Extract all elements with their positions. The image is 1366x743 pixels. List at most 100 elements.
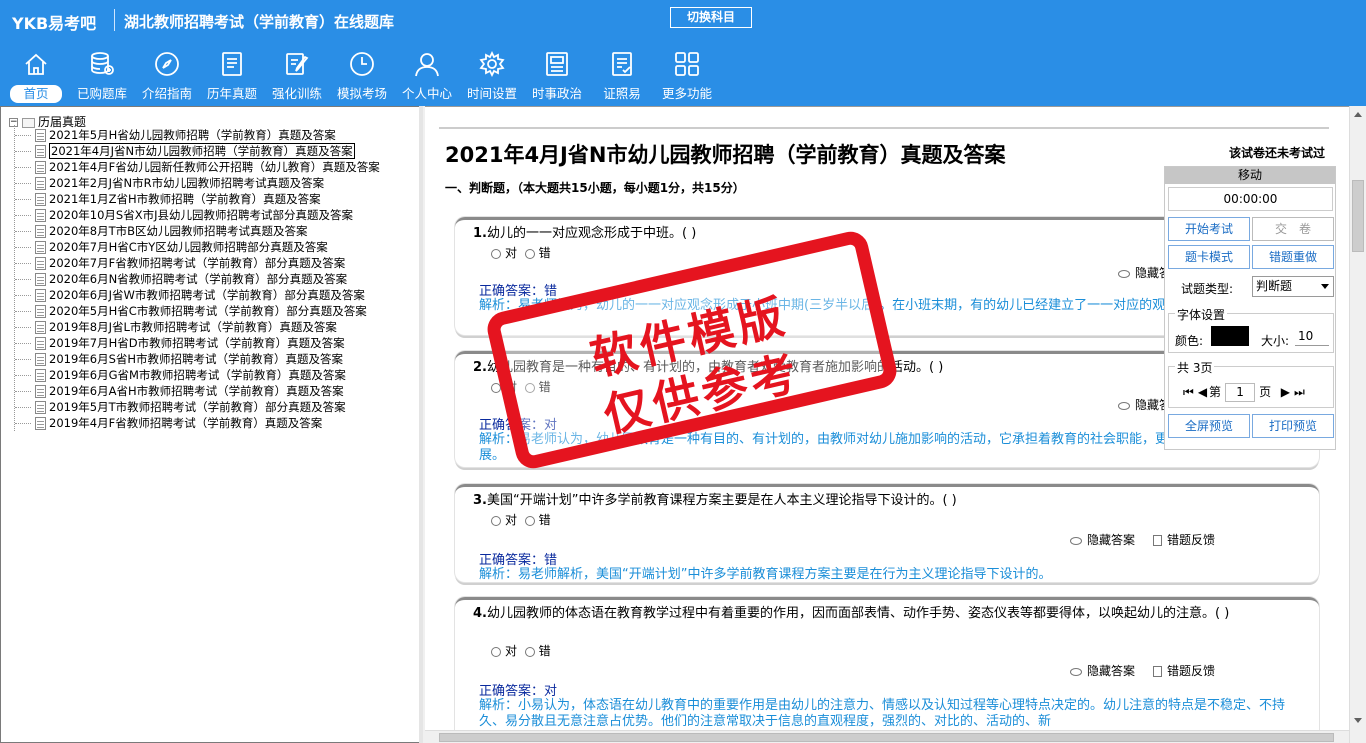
- tree-item[interactable]: 2019年7月H省D市教师招聘考试（学前教育）真题及答案: [15, 335, 345, 351]
- font-color-label: 颜色:: [1175, 334, 1204, 348]
- scroll-thumb[interactable]: [439, 733, 1334, 742]
- tree-item[interactable]: 2020年5月H省C市教师招聘考试（学前教育）部分真题及答案: [15, 303, 367, 319]
- document-icon: [35, 161, 46, 174]
- tree-item[interactable]: 2020年10月S省X市J县幼儿园教师招聘考试部分真题及答案: [15, 207, 353, 223]
- tree-connector: [15, 263, 31, 264]
- horizontal-scrollbar[interactable]: [425, 730, 1349, 743]
- next-page-icon[interactable]: ▶: [1281, 385, 1290, 399]
- switch-subject-button[interactable]: 切换科目: [670, 7, 752, 28]
- tree-connector: [15, 135, 31, 136]
- font-size-label: 大小:: [1261, 334, 1290, 348]
- page-input[interactable]: 1: [1225, 383, 1256, 402]
- tree-item-label: 2019年6月A省H市教师招聘考试（学前教育）真题及答案: [49, 384, 344, 398]
- user-icon: [413, 50, 441, 78]
- grid-icon: [673, 50, 701, 78]
- nav-personal-center[interactable]: 个人中心: [397, 46, 457, 106]
- radio-true[interactable]: [491, 248, 501, 259]
- nav-guide[interactable]: 介绍指南: [137, 46, 197, 106]
- radio-false[interactable]: [524, 515, 535, 526]
- tree-item[interactable]: 2019年5月T市教师招聘考试（学前教育）部分真题及答案: [15, 399, 346, 415]
- tree-item-label: 2021年4月F省幼儿园新任教师公开招聘（幼儿教育）真题及答案: [49, 160, 380, 174]
- tree-item[interactable]: 2019年6月G省M市教师招聘考试（学前教育）真题及答案: [15, 367, 346, 383]
- radio-true[interactable]: [491, 646, 501, 657]
- document-icon: [35, 145, 46, 158]
- edit-icon: [283, 50, 311, 78]
- document-icon: [35, 385, 46, 398]
- panel-move-handle[interactable]: 移动: [1165, 167, 1335, 184]
- tree-connector: [15, 375, 31, 376]
- tree-item[interactable]: 2019年8月J省L市教师招聘考试（学前教育）真题及答案: [15, 319, 337, 335]
- nav-certificate[interactable]: 证照易: [592, 46, 652, 106]
- tree-connector: [15, 327, 31, 328]
- nav-label: 时事政治: [531, 86, 582, 101]
- radio-true[interactable]: [491, 515, 501, 526]
- nav-purchased[interactable]: 已购题库: [72, 46, 132, 106]
- tree-connector: [15, 247, 31, 248]
- first-page-icon[interactable]: ⏮: [1183, 385, 1194, 399]
- nav-current-affairs[interactable]: 时事政治: [527, 46, 587, 106]
- database-icon: [88, 50, 116, 78]
- tree-connector: [15, 279, 31, 280]
- nav-more[interactable]: 更多功能: [657, 46, 717, 106]
- tree-connector: [15, 167, 31, 168]
- hide-answer-button[interactable]: 隐藏答案: [1087, 664, 1135, 678]
- question-text: 4.幼儿园教师的体态语在教育教学过程中有着重要的作用，因而面部表情、动作手势、姿…: [473, 606, 1230, 621]
- tree-item[interactable]: 2020年7月F省教师招聘考试（学前教育）部分真题及答案: [15, 255, 345, 271]
- tree-item[interactable]: 2019年4月F省教师招聘考试（学前教育）真题及答案: [15, 415, 322, 431]
- document-icon: [35, 417, 46, 430]
- eye-icon: [1069, 667, 1082, 676]
- nav-past-papers[interactable]: 历年真题: [202, 46, 262, 106]
- tree-connector: [15, 359, 31, 360]
- document-icon: [35, 305, 46, 318]
- feedback-button[interactable]: 错题反馈: [1167, 533, 1215, 547]
- vertical-scrollbar[interactable]: [1349, 106, 1366, 743]
- card-mode-button[interactable]: 题卡模式: [1168, 245, 1250, 269]
- question-type-select[interactable]: 判断题: [1252, 276, 1334, 297]
- tree-item[interactable]: 2020年8月T市B区幼儿园教师招聘考试真题及答案: [15, 223, 308, 239]
- tree-item[interactable]: 2019年6月S省H市教师招聘考试（学前教育）真题及答案: [15, 351, 343, 367]
- scroll-up-icon[interactable]: [1354, 112, 1362, 117]
- tree-item[interactable]: 2021年1月Z省H市教师招聘（学前教育）真题及答案: [15, 191, 321, 207]
- app-title: 湖北教师招聘考试（学前教育）在线题库: [124, 13, 395, 31]
- tree-item[interactable]: 2020年6月J省W市教师招聘考试（学前教育）部分真题及答案: [15, 287, 365, 303]
- newspaper-icon: [543, 50, 571, 78]
- tree-item[interactable]: 2020年7月H省C市Y区幼儿园教师招聘部分真题及答案: [15, 239, 328, 255]
- nav-time-settings[interactable]: 时间设置: [462, 46, 522, 106]
- hide-answer-button[interactable]: 隐藏答案: [1087, 533, 1135, 547]
- nav-label: 历年真题: [206, 86, 257, 101]
- tree-item[interactable]: 2019年6月A省H市教师招聘考试（学前教育）真题及答案: [15, 383, 344, 399]
- submit-exam-button[interactable]: 交 卷: [1252, 217, 1334, 241]
- nav-home[interactable]: 首页: [8, 46, 64, 106]
- radio-false[interactable]: [524, 646, 535, 657]
- checklist-icon: [608, 50, 636, 78]
- nav-training[interactable]: 强化训练: [267, 46, 327, 106]
- document-icon: [35, 369, 46, 382]
- tree-item[interactable]: 2021年4月J省N市幼儿园教师招聘（学前教育）真题及答案: [15, 143, 355, 159]
- tree-item[interactable]: 2021年5月H省幼儿园教师招聘（学前教育）真题及答案: [15, 127, 336, 143]
- document-icon: [35, 289, 46, 302]
- print-preview-button[interactable]: 打印预览: [1252, 414, 1334, 438]
- font-size-input[interactable]: 10: [1295, 327, 1329, 346]
- tree-scrollbar[interactable]: [419, 106, 423, 743]
- question-card: 4.幼儿园教师的体态语在教育教学过程中有着重要的作用，因而面部表情、动作手势、姿…: [455, 597, 1319, 730]
- prev-page-icon[interactable]: ◀: [1198, 385, 1207, 399]
- tree-item[interactable]: 2020年6月N省教师招聘考试（学前教育）部分真题及答案: [15, 271, 347, 287]
- font-color-picker[interactable]: [1211, 326, 1249, 346]
- tree-connector: [15, 295, 31, 296]
- question-options: 对 错: [491, 244, 551, 261]
- exam-status: 该试卷还未考试过: [1228, 146, 1325, 160]
- last-page-icon[interactable]: ⏭: [1294, 385, 1305, 399]
- font-settings-group: 字体设置 颜色: 大小: 10: [1168, 306, 1334, 353]
- scroll-down-icon[interactable]: [1354, 718, 1362, 723]
- scroll-thumb[interactable]: [1352, 180, 1364, 252]
- tree-item[interactable]: 2021年4月F省幼儿园新任教师公开招聘（幼儿教育）真题及答案: [15, 159, 380, 175]
- chevron-down-icon: [1321, 284, 1329, 289]
- tree-item[interactable]: 2021年2月J省N市R市幼儿园教师招聘考试真题及答案: [15, 175, 324, 191]
- fullscreen-preview-button[interactable]: 全屏预览: [1168, 414, 1250, 438]
- nav-mock-exam[interactable]: 模拟考场: [332, 46, 392, 106]
- start-exam-button[interactable]: 开始考试: [1168, 217, 1250, 241]
- feedback-button[interactable]: 错题反馈: [1167, 664, 1215, 678]
- nav-label: 介绍指南: [141, 86, 192, 101]
- radio-false[interactable]: [524, 248, 535, 259]
- redo-wrong-button[interactable]: 错题重做: [1252, 245, 1334, 269]
